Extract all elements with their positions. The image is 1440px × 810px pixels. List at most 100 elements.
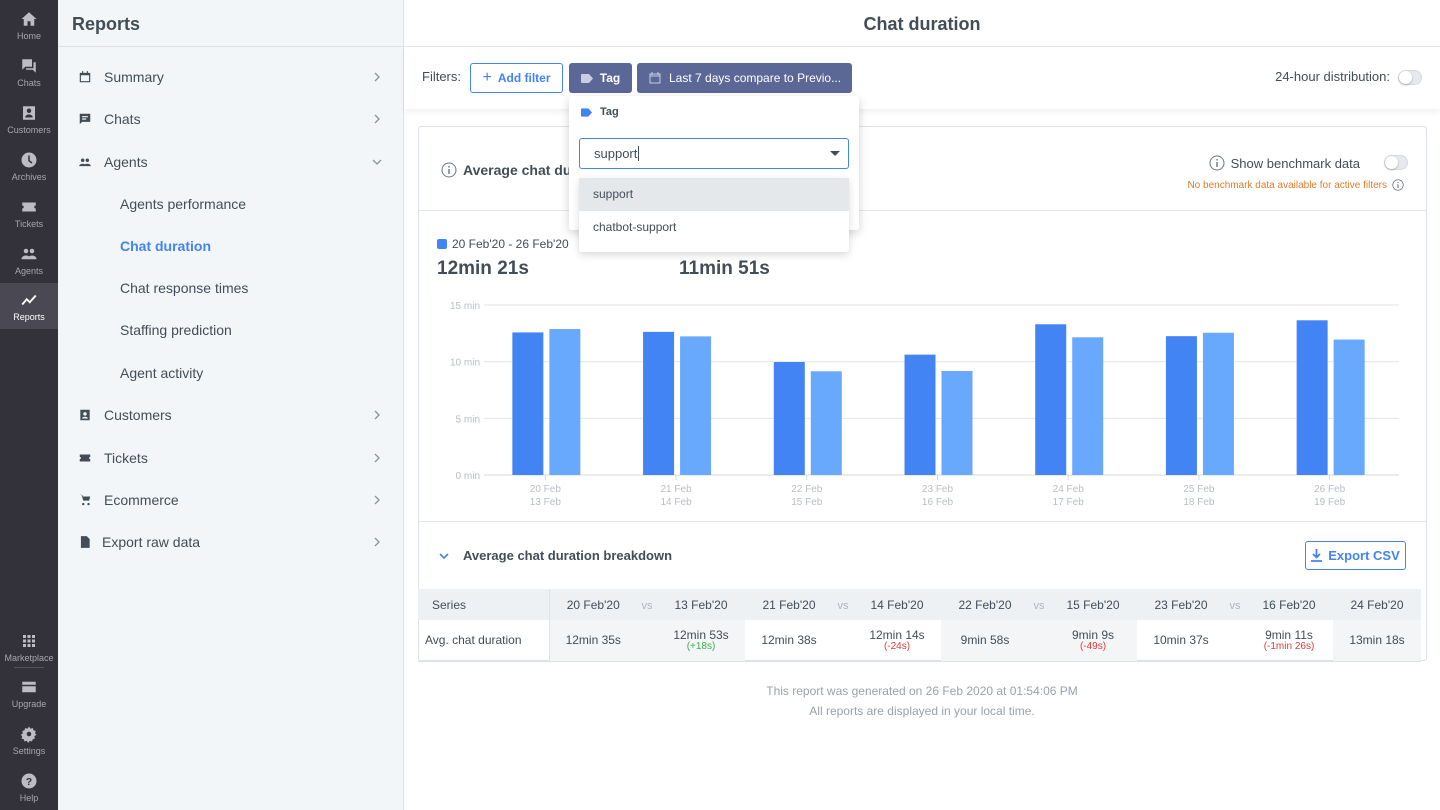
sidebar-subitem-agents-performance[interactable]: Agents performance [120, 196, 246, 212]
benchmark-control: Show benchmark data [1209, 155, 1396, 171]
x-tick-label-previous: 16 Feb [922, 497, 954, 508]
rail-agents[interactable]: Agents [0, 237, 58, 283]
breakdown-toggle[interactable]: Average chat duration breakdown [439, 548, 672, 563]
report-generated-note: This report was generated on 26 Feb 2020… [766, 684, 1078, 698]
archives-icon [21, 152, 37, 167]
add-filter-button[interactable]: + Add filter [470, 63, 563, 93]
ticket-icon [79, 454, 91, 462]
legend-current: 20 Feb'20 - 26 Feb'20 [437, 237, 569, 251]
export-csv-button[interactable]: Export CSV [1305, 541, 1406, 570]
rail-marketplace[interactable]: Marketplace [0, 624, 58, 670]
customer-icon [80, 409, 90, 421]
vs-label: vs [641, 599, 653, 612]
x-tick-label: 25 Feb [1183, 484, 1215, 495]
breakdown-table: Series 20 Feb'20 vs 13 Feb'20 21 Feb'20 … [418, 589, 1421, 662]
bar-previous [941, 370, 973, 475]
bar-current [904, 354, 936, 475]
sidebar-item-customers[interactable]: Customers [58, 394, 404, 436]
chevron-down-icon [372, 159, 382, 165]
main-content: Chat duration Filters: + Add filter Tag … [404, 0, 1440, 810]
distribution-label: 24-hour distribution: [1275, 69, 1390, 84]
value-cell: 10min 37s [1137, 620, 1225, 662]
bar-current [1296, 320, 1328, 475]
value-cell: 13min 18s [1333, 620, 1421, 662]
calendar-icon [649, 72, 661, 84]
sidebar-item-export-raw-data[interactable]: Export raw data [58, 521, 404, 563]
rail-divider [14, 667, 44, 668]
date-header: 13 Feb'20 [657, 589, 745, 620]
chats-icon [22, 58, 36, 73]
sidebar-subitem-agent-activity[interactable]: Agent activity [120, 365, 203, 381]
current-total: 12min 21s [437, 258, 529, 279]
rail-tickets[interactable]: Tickets [0, 190, 58, 236]
date-header: 20 Feb'20 [549, 589, 637, 620]
x-tick-label-previous: 18 Feb [1183, 497, 1215, 508]
bar-current [773, 362, 805, 475]
sidebar-item-ecommerce[interactable]: Ecommerce [58, 479, 404, 521]
popover-header: Tag [581, 106, 619, 118]
value-cell: 12min 53s (+18s) [657, 620, 745, 662]
y-tick-label: 15 min [450, 301, 480, 312]
sidebar-item-summary[interactable]: Summary [58, 56, 404, 98]
download-icon [1311, 549, 1323, 562]
sidebar-item-agents[interactable]: Agents [58, 141, 404, 183]
sidebar-item-tickets[interactable]: Tickets [58, 437, 404, 479]
info-icon[interactable] [1209, 155, 1225, 171]
date-header: 14 Feb'20 [853, 589, 941, 620]
value-cell: 9min 9s (-49s) [1049, 620, 1137, 662]
info-icon[interactable] [441, 162, 457, 178]
y-tick-label: 10 min [450, 358, 480, 369]
date-header: 21 Feb'20 [745, 589, 833, 620]
diff-badge: (-24s) [883, 641, 911, 653]
filters-label: Filters: [422, 69, 461, 84]
sidebar-subitem-chat-response-times[interactable]: Chat response times [120, 280, 248, 296]
rail-home[interactable]: Home [0, 2, 58, 48]
bar-chart: 0 min 5 min 10 min 15 min 20 Feb 13 Feb 21 Feb… [450, 301, 1399, 508]
rail-settings[interactable]: Settings [0, 717, 58, 763]
chevron-right-icon [374, 537, 380, 547]
sidebar-item-chats[interactable]: Chats [58, 98, 404, 140]
vs-label: vs [1229, 599, 1241, 612]
table-row: Avg. chat duration 12min 35s 12min 53s (+… [418, 620, 1421, 662]
value-cell: 12min 14s (-24s) [853, 620, 941, 662]
x-tick-label: 26 Feb [1314, 484, 1346, 495]
info-icon[interactable] [1392, 179, 1404, 191]
calendar-icon [79, 71, 91, 83]
row-label: Avg. chat duration [418, 620, 550, 662]
bar-current [1035, 324, 1067, 475]
diff-badge: (-49s) [1079, 641, 1107, 653]
filter-bar: Filters: + Add filter Tag Last 7 days co… [404, 47, 1440, 109]
tag-search-input[interactable]: support [579, 138, 849, 169]
tag-filter-button[interactable]: Tag [569, 63, 632, 93]
tag-options-list: support chatbot-support [579, 178, 849, 252]
x-tick-label-previous: 14 Feb [661, 497, 693, 508]
chevron-down-icon [439, 552, 449, 559]
y-tick-label: 0 min [456, 471, 480, 482]
sidebar-subitem-staffing-prediction[interactable]: Staffing prediction [120, 322, 232, 338]
rail-customers[interactable]: Customers [0, 96, 58, 142]
tag-option[interactable]: support [579, 178, 849, 211]
reports-icon [21, 294, 37, 305]
caret-down-icon[interactable] [830, 151, 840, 156]
bar-previous [549, 329, 581, 475]
chevron-right-icon [374, 72, 380, 82]
table-header-row: Series 20 Feb'20 vs 13 Feb'20 21 Feb'20 … [418, 589, 1421, 620]
rail-archives[interactable]: Archives [0, 143, 58, 189]
bar-current [643, 331, 675, 475]
rail-reports[interactable]: Reports [0, 283, 58, 329]
sidebar-title: Reports [58, 0, 403, 47]
sidebar-subitem-chat-duration[interactable]: Chat duration [120, 238, 211, 254]
date-range-filter-button[interactable]: Last 7 days compare to Previo... [637, 63, 852, 93]
benchmark-toggle[interactable] [1384, 155, 1408, 170]
app-rail: Home Chats Customers Archives Tickets Ag… [0, 0, 58, 810]
svg-text:?: ? [26, 775, 32, 787]
rail-help[interactable]: ? Help [0, 764, 58, 810]
previous-total: 11min 51s [679, 258, 770, 279]
rail-chats[interactable]: Chats [0, 49, 58, 95]
value-cell: 12min 35s [549, 620, 637, 662]
value-cell: 9min 58s [941, 620, 1029, 662]
rail-upgrade[interactable]: Upgrade [0, 670, 58, 716]
tag-option[interactable]: chatbot-support [579, 211, 849, 244]
distribution-toggle[interactable] [1398, 70, 1422, 85]
date-header: 15 Feb'20 [1049, 589, 1137, 620]
